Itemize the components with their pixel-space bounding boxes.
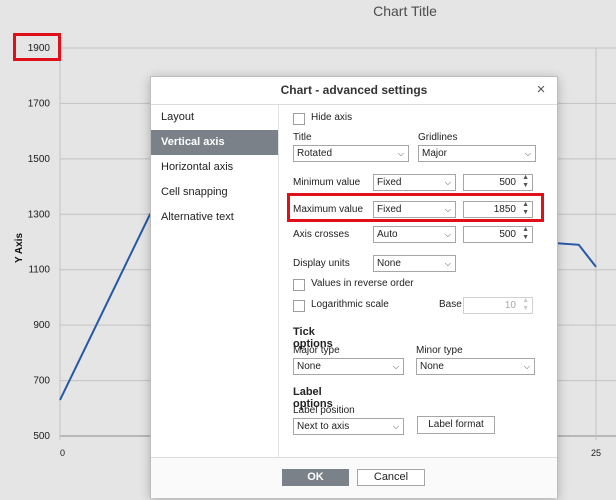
- chevron-down-icon: ⌵: [444, 205, 451, 214]
- chevron-down-icon: ⌵: [444, 230, 451, 239]
- maximum-mode-value: Fixed: [377, 204, 402, 215]
- display-units-label: Display units: [293, 258, 350, 269]
- advanced-settings-dialog: Chart - advanced settings × Layout Verti…: [150, 76, 558, 498]
- minimum-mode-value: Fixed: [377, 177, 402, 188]
- axis-crosses-select[interactable]: Auto ⌵: [373, 226, 456, 243]
- title-select[interactable]: Rotated ⌵: [293, 145, 409, 162]
- chevron-down-icon: ⌵: [444, 259, 451, 268]
- chevron-down-icon: ⌵: [392, 422, 399, 431]
- gridlines-label: Gridlines: [418, 132, 458, 143]
- display-units-select[interactable]: None ⌵: [373, 255, 456, 272]
- nav-item-cell-snapping[interactable]: Cell snapping: [151, 180, 278, 205]
- nav-item-vertical-axis[interactable]: Vertical axis: [151, 130, 278, 155]
- spinner-arrows-icon[interactable]: ▲ ▼: [522, 174, 529, 190]
- logarithmic-scale-checkbox[interactable]: [293, 300, 305, 312]
- spinner-arrows-icon[interactable]: ▲ ▼: [522, 226, 529, 242]
- label-position-label: Label position: [293, 405, 355, 416]
- base-input[interactable]: 10 ▲ ▼: [463, 297, 533, 314]
- chevron-down-icon: ⌵: [444, 178, 451, 187]
- chevron-down-icon: ⌵: [392, 362, 399, 371]
- minor-type-value: None: [420, 361, 444, 372]
- label-format-button[interactable]: Label format: [417, 416, 495, 434]
- maximum-value-input[interactable]: 1850 ▲ ▼: [463, 201, 533, 218]
- minimum-value-input[interactable]: 500 ▲ ▼: [463, 174, 533, 191]
- spinner-arrows-icon[interactable]: ▲ ▼: [522, 201, 529, 217]
- dialog-title: Chart - advanced settings: [151, 77, 557, 105]
- dialog-footer: OK Cancel: [151, 457, 557, 498]
- major-type-value: None: [297, 361, 321, 372]
- title-select-value: Rotated: [297, 148, 333, 159]
- cancel-button[interactable]: Cancel: [357, 469, 425, 486]
- minimum-mode-select[interactable]: Fixed ⌵: [373, 174, 456, 191]
- ok-button[interactable]: OK: [282, 469, 349, 486]
- minor-type-select[interactable]: None ⌵: [416, 358, 535, 375]
- axis-crosses-value: Auto: [377, 229, 398, 240]
- minimum-value-text: 500: [499, 177, 516, 188]
- nav-item-layout[interactable]: Layout: [151, 105, 278, 130]
- display-units-value: None: [377, 258, 401, 269]
- gridlines-select-value: Major: [422, 148, 448, 159]
- spinner-arrows-icon: ▲ ▼: [522, 297, 529, 312]
- close-icon[interactable]: ×: [533, 82, 549, 98]
- maximum-value-label: Maximum value: [293, 204, 364, 215]
- axis-crosses-label: Axis crosses: [293, 229, 350, 240]
- settings-nav: Layout Vertical axis Horizontal axis Cel…: [151, 105, 279, 457]
- major-type-select[interactable]: None ⌵: [293, 358, 404, 375]
- logarithmic-scale-label: Logarithmic scale: [311, 299, 389, 310]
- axis-crosses-input[interactable]: 500 ▲ ▼: [463, 226, 533, 243]
- nav-item-alternative-text[interactable]: Alternative text: [151, 205, 278, 230]
- base-text: 10: [504, 300, 516, 311]
- title-label: Title: [293, 132, 312, 143]
- base-label: Base: [439, 299, 462, 310]
- nav-item-horizontal-axis[interactable]: Horizontal axis: [151, 155, 278, 180]
- label-position-value: Next to axis: [297, 421, 350, 432]
- chevron-down-icon: ⌵: [397, 149, 404, 158]
- minimum-value-label: Minimum value: [293, 177, 361, 188]
- chevron-down-icon: ⌵: [524, 149, 531, 158]
- reverse-order-label: Values in reverse order: [311, 278, 414, 289]
- reverse-order-checkbox[interactable]: [293, 279, 305, 291]
- gridlines-select[interactable]: Major ⌵: [418, 145, 536, 162]
- maximum-value-text: 1850: [493, 204, 516, 215]
- chevron-down-icon: ⌵: [523, 362, 530, 371]
- major-type-label: Major type: [293, 345, 340, 356]
- hide-axis-label: Hide axis: [311, 112, 353, 123]
- axis-crosses-text: 500: [499, 229, 516, 240]
- minor-type-label: Minor type: [416, 345, 463, 356]
- maximum-mode-select[interactable]: Fixed ⌵: [373, 201, 456, 218]
- hide-axis-checkbox[interactable]: [293, 113, 305, 125]
- label-position-select[interactable]: Next to axis ⌵: [293, 418, 404, 435]
